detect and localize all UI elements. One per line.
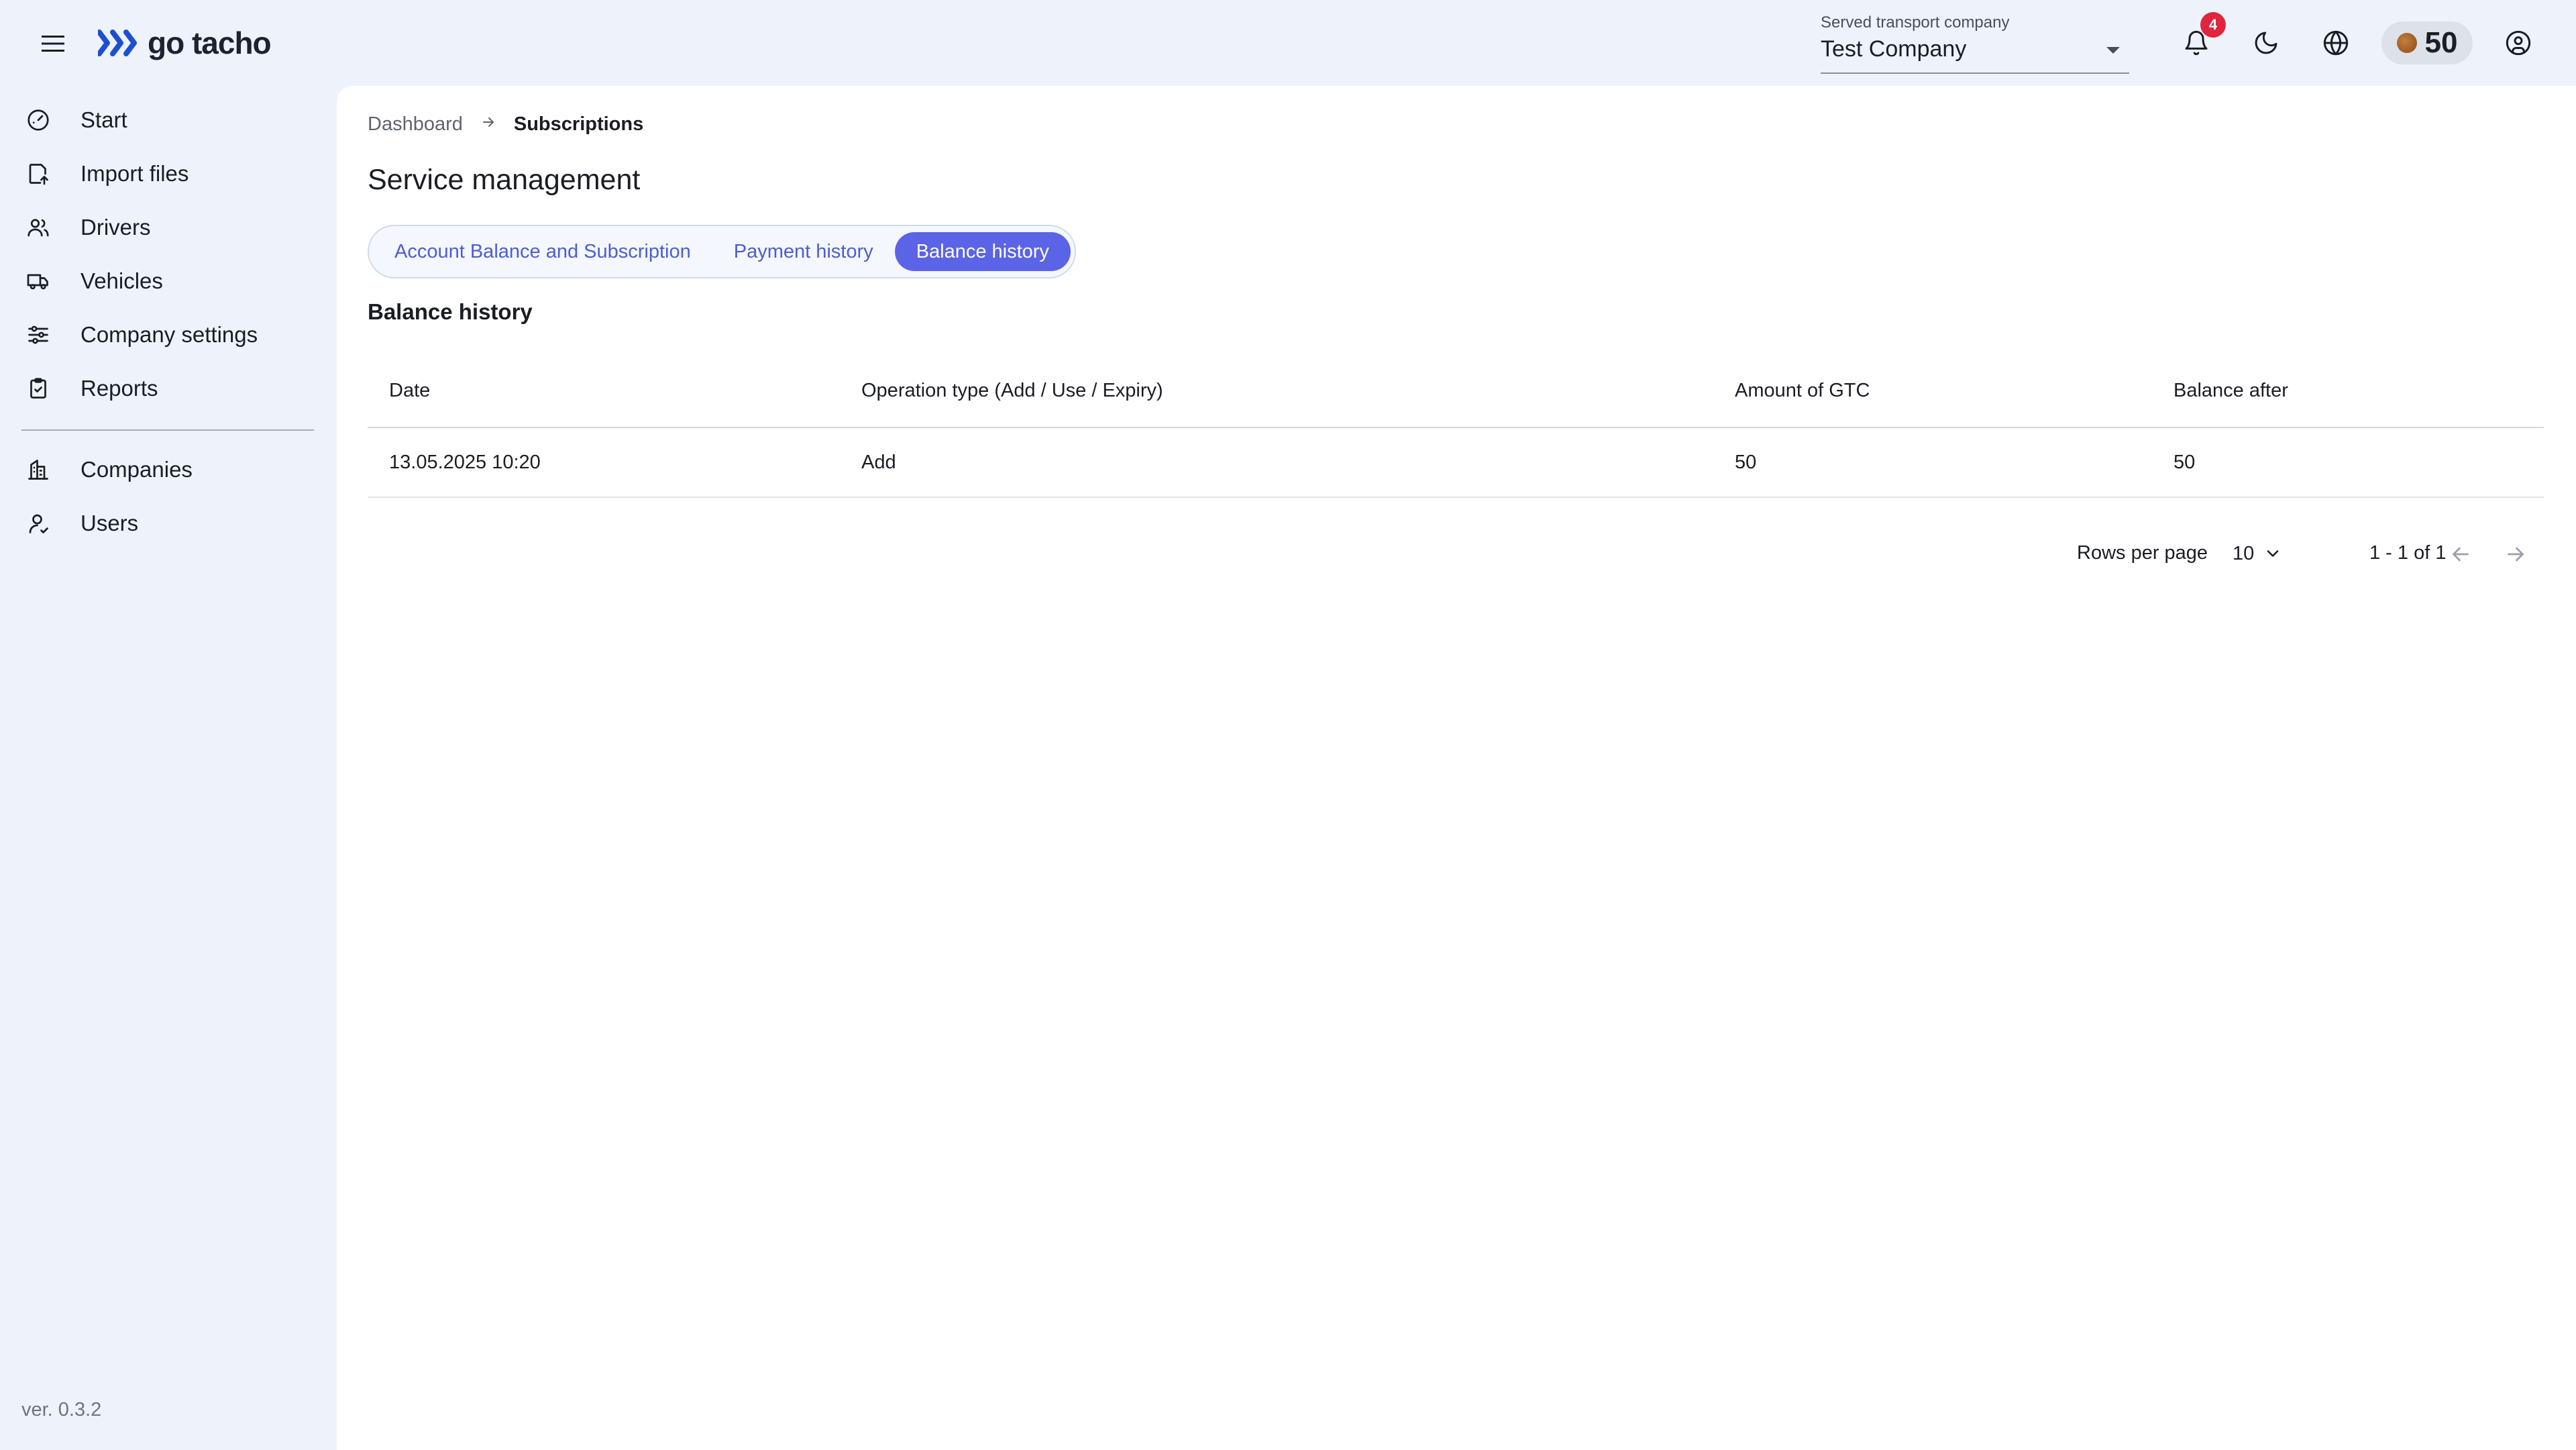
logo[interactable]: go tacho: [98, 21, 272, 64]
rows-per-page-label: Rows per page: [2077, 542, 2208, 564]
top-bar: go tacho Served transport company Test C…: [0, 0, 2576, 86]
balance-pill[interactable]: 50: [2381, 21, 2473, 64]
caret-down-icon: [2106, 47, 2120, 54]
sidebar-item-drivers[interactable]: Drivers: [21, 204, 314, 251]
account-button[interactable]: [2498, 23, 2538, 63]
next-page-button[interactable]: [2497, 535, 2534, 573]
company-select[interactable]: Served transport company Test Company: [1821, 12, 2129, 74]
column-header: Operation type (Add / Use / Expiry): [861, 379, 1163, 401]
company-select-value: Test Company: [1821, 36, 1967, 62]
pagination: Rows per page 10 1 - 1 of 1: [337, 530, 2544, 577]
arrow-right-icon: [480, 113, 496, 136]
sidebar-item-reports[interactable]: Reports: [21, 365, 314, 412]
theme-toggle-button[interactable]: [2246, 23, 2286, 63]
sidebar-item-label: Vehicles: [80, 268, 163, 293]
truck-icon: [21, 264, 55, 298]
sidebar-item-companies[interactable]: Companies: [21, 446, 314, 493]
sidebar-item-users[interactable]: Users: [21, 500, 314, 547]
table-row: 13.05.2025 10:20 Add 50 50: [368, 428, 2544, 498]
notification-badge: 4: [2200, 12, 2226, 38]
file-upload-icon: [21, 157, 55, 191]
sidebar-item-vehicles[interactable]: Vehicles: [21, 258, 314, 305]
sidebar-divider: [21, 429, 314, 431]
breadcrumb-dashboard-link[interactable]: Dashboard: [368, 113, 463, 136]
tab-payment-history[interactable]: Payment history: [712, 232, 895, 271]
sidebar-item-import-files[interactable]: Import files: [21, 150, 314, 197]
arrow-left-icon: [2453, 547, 2469, 562]
clipboard-icon: [21, 372, 55, 405]
tab-group: Account Balance and Subscription Payment…: [368, 225, 1076, 278]
sidebar-item-label: Users: [80, 511, 139, 535]
building-icon: [21, 453, 55, 486]
breadcrumb: Dashboard Subscriptions: [368, 113, 643, 136]
balance-value: 50: [2424, 26, 2458, 59]
column-header: Balance after: [2174, 379, 2288, 401]
table-cell: 13.05.2025 10:20: [389, 451, 541, 473]
section-title: Balance history: [368, 299, 533, 324]
coin-icon: [2396, 33, 2417, 53]
sidebar-item-start[interactable]: Start: [21, 97, 314, 144]
user-icon: [21, 507, 55, 540]
main-content: Dashboard Subscriptions Service manageme…: [337, 86, 2576, 1450]
users-icon: [21, 211, 55, 244]
sidebar-item-label: Import files: [80, 161, 189, 186]
rows-per-page-value: 10: [2233, 542, 2255, 564]
table-cell: Add: [861, 451, 896, 473]
sidebar-item-label: Reports: [80, 376, 158, 401]
table-cell: 50: [2174, 451, 2196, 473]
sliders-icon: [21, 318, 55, 352]
menu-icon[interactable]: [36, 27, 70, 60]
column-header: Amount of GTC: [1735, 379, 1870, 401]
globe-icon: [2323, 30, 2349, 56]
gauge-icon: [21, 103, 55, 137]
table-cell: 50: [1735, 451, 1757, 473]
moon-icon: [2255, 32, 2277, 54]
logo-text: go tacho: [148, 25, 272, 60]
chevron-down-icon: [2267, 550, 2279, 557]
company-select-label: Served transport company: [1821, 13, 2010, 32]
table-header-row: Date Operation type (Add / Use / Expiry)…: [368, 354, 2544, 428]
column-header: Date: [389, 379, 431, 401]
sidebar-item-label: Companies: [80, 457, 193, 482]
tab-balance-history[interactable]: Balance history: [894, 232, 1071, 271]
rows-per-page-select[interactable]: 10: [2233, 537, 2282, 570]
sidebar-item-label: Start: [80, 107, 127, 132]
language-button[interactable]: [2316, 23, 2356, 63]
balance-history-table: Date Operation type (Add / Use / Expiry)…: [368, 354, 2544, 498]
breadcrumb-current: Subscriptions: [513, 113, 644, 135]
pagination-range: 1 - 1 of 1: [2369, 542, 2447, 564]
sidebar-item-label: Company settings: [80, 322, 258, 347]
page-title: Service management: [368, 164, 641, 196]
logo-chevrons-icon: [98, 30, 137, 56]
previous-page-button[interactable]: [2442, 535, 2479, 573]
sidebar-item-company-settings[interactable]: Company settings: [21, 311, 314, 358]
tab-account-balance[interactable]: Account Balance and Subscription: [373, 232, 712, 271]
arrow-right-icon: [2508, 547, 2524, 562]
sidebar: Start Import files Drivers Vehicles Comp…: [0, 86, 335, 1450]
app-version: ver. 0.3.2: [21, 1399, 102, 1420]
user-circle-icon: [2506, 30, 2531, 56]
sidebar-item-label: Drivers: [80, 215, 151, 240]
